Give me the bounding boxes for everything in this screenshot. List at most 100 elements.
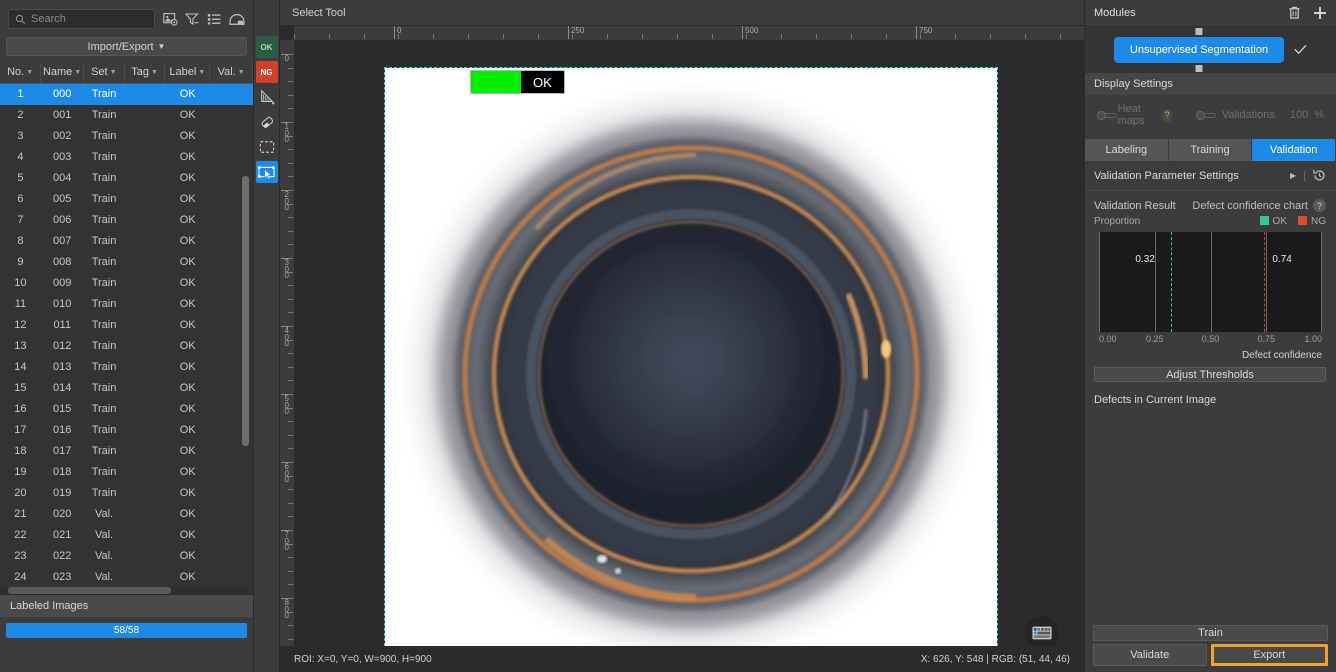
cell-name: 005 (40, 188, 84, 210)
defect-confidence-chart[interactable]: 0.32 0.74 (1099, 232, 1322, 332)
column-header-no[interactable]: No. ▼ (0, 62, 42, 84)
module-port-top[interactable] (1195, 27, 1203, 35)
table-row[interactable]: 16 015 Train OK (0, 398, 253, 420)
export-button[interactable]: Export (1210, 644, 1328, 666)
train-button[interactable]: Train (1093, 625, 1328, 641)
table-row[interactable]: 1 000 Train OK (0, 83, 253, 105)
search-input[interactable] (31, 13, 148, 25)
threshold-line-ok[interactable] (1170, 232, 1172, 332)
ruler-tick (288, 353, 293, 355)
table-row[interactable]: 7 006 Train OK (0, 209, 253, 231)
cell-no: 11 (0, 293, 41, 315)
table-row[interactable]: 2 001 Train OK (0, 104, 253, 126)
ruler-tick (288, 462, 293, 463)
validation-parameter-settings-row[interactable]: Validation Parameter Settings ▶ | (1085, 161, 1336, 191)
tab-validation[interactable]: Validation (1252, 139, 1336, 161)
table-row[interactable]: 10 009 Train OK (0, 272, 253, 294)
list-view-icon[interactable] (207, 12, 222, 26)
heat-maps-toggle[interactable] (1097, 110, 1117, 120)
image-viewport[interactable]: OK (294, 40, 1084, 646)
table-row[interactable]: 15 014 Train OK (0, 377, 253, 399)
table-vertical-scrollbar[interactable] (242, 175, 249, 446)
canvas-area[interactable]: 02505007501000 0100200300400500600700800 (280, 26, 1084, 672)
ruler-tick (288, 394, 293, 395)
ruler-h-label: 500 (742, 26, 758, 39)
table-row[interactable]: 9 008 Train OK (0, 251, 253, 273)
image-settings-icon[interactable] (163, 12, 178, 26)
tab-training[interactable]: Training (1168, 139, 1253, 161)
layout-panel-icon[interactable] (229, 12, 245, 26)
module-port-bottom[interactable] (1195, 64, 1203, 72)
progress-text: 58/58 (113, 624, 140, 636)
ruler-tick (288, 326, 293, 327)
table-row[interactable]: 3 002 Train OK (0, 125, 253, 147)
table-row[interactable]: 13 012 Train OK (0, 335, 253, 357)
image-canvas[interactable]: OK (384, 67, 998, 646)
ruler-tick (502, 34, 504, 39)
table-row[interactable]: 4 003 Train OK (0, 146, 253, 168)
ruler-tick (288, 530, 293, 531)
delete-icon[interactable] (1288, 6, 1301, 20)
divider: | (1303, 169, 1306, 182)
column-header-name[interactable]: Name ▼ (40, 62, 84, 84)
tab-labeling[interactable]: Labeling (1085, 139, 1169, 161)
defect-confidence-chart-group: Defect confidence chart ? (1192, 199, 1326, 212)
keyboard-shortcuts-icon[interactable] (1025, 616, 1059, 650)
threshold-line-ng[interactable] (1263, 232, 1265, 332)
table-row[interactable]: 11 010 Train OK (0, 293, 253, 315)
table-row[interactable]: 20 019 Train OK (0, 482, 253, 504)
import-export-button[interactable]: Import/Export ▼ (6, 37, 247, 56)
cell-no: 13 (0, 335, 41, 357)
table-row[interactable]: 23 022 Val. OK (0, 545, 253, 567)
table-row[interactable]: 19 018 Train OK (0, 461, 253, 483)
validations-toggle[interactable] (1195, 110, 1216, 120)
table-horizontal-scrollbar[interactable] (8, 586, 171, 594)
cell-no: 8 (0, 230, 41, 252)
table-row[interactable]: 17 016 Train OK (0, 419, 253, 441)
sort-caret-icon: ▼ (26, 68, 34, 76)
ruler-tick (288, 67, 293, 69)
table-row[interactable]: 18 017 Train OK (0, 440, 253, 462)
adjust-thresholds-button[interactable]: Adjust Thresholds (1094, 367, 1326, 382)
ng-label-tool[interactable]: NG (255, 61, 278, 83)
cell-set: Val. (83, 566, 125, 588)
expand-arrow-icon[interactable]: ▶ (1290, 171, 1296, 180)
table-row[interactable]: 22 021 Val. OK (0, 524, 253, 546)
eraser-tool[interactable] (256, 111, 278, 133)
ok-label-tool[interactable]: OK (255, 36, 278, 58)
reset-history-icon[interactable] (1313, 169, 1326, 182)
table-row[interactable]: 12 011 Train OK (0, 314, 253, 336)
select-tool[interactable] (255, 161, 278, 183)
filter-icon[interactable] (185, 12, 200, 26)
table-rows-scroll-area[interactable]: 1 000 Train OK 2 001 Train OK 3 002 Train OK 4 003 Tra… (0, 83, 253, 594)
validate-button[interactable]: Validate (1093, 644, 1207, 666)
help-icon[interactable]: ? (1313, 199, 1326, 212)
chart-gridline (1210, 232, 1212, 332)
rectangle-roi-tool[interactable] (256, 136, 278, 158)
add-icon[interactable] (1313, 6, 1327, 20)
ruler-tick (572, 34, 574, 39)
cell-set: Train (83, 167, 125, 189)
ruler-tick (288, 475, 293, 477)
table-row[interactable]: 21 020 Val. OK (0, 503, 253, 525)
table-row[interactable]: 5 004 Train OK (0, 167, 253, 189)
ruler-tick (398, 34, 400, 39)
cell-name: 000 (40, 83, 84, 105)
action-buttons: Train Validate Export (1085, 625, 1336, 672)
column-header-label[interactable]: Label ▼ (164, 62, 211, 84)
table-row[interactable]: 6 005 Train OK (0, 188, 253, 210)
column-header-tag[interactable]: Tag ▼ (124, 62, 166, 84)
help-icon[interactable]: ? (1162, 108, 1172, 122)
search-input-wrapper[interactable] (8, 9, 155, 29)
ruler-tick (288, 366, 293, 368)
polygon-tool[interactable] (256, 86, 278, 108)
table-row[interactable]: 8 007 Train OK (0, 230, 253, 252)
sort-caret-icon: ▼ (74, 68, 82, 76)
check-icon[interactable] (1294, 44, 1307, 55)
column-header-set[interactable]: Set ▼ (83, 62, 125, 84)
table-row[interactable]: 24 023 Val. OK (0, 566, 253, 588)
table-row[interactable]: 14 013 Train OK (0, 356, 253, 378)
column-header-val[interactable]: Val. ▼ (209, 62, 253, 84)
module-node-unsupervised-segmentation[interactable]: Unsupervised Segmentation (1113, 27, 1285, 72)
export-button-label: Export (1253, 649, 1286, 661)
